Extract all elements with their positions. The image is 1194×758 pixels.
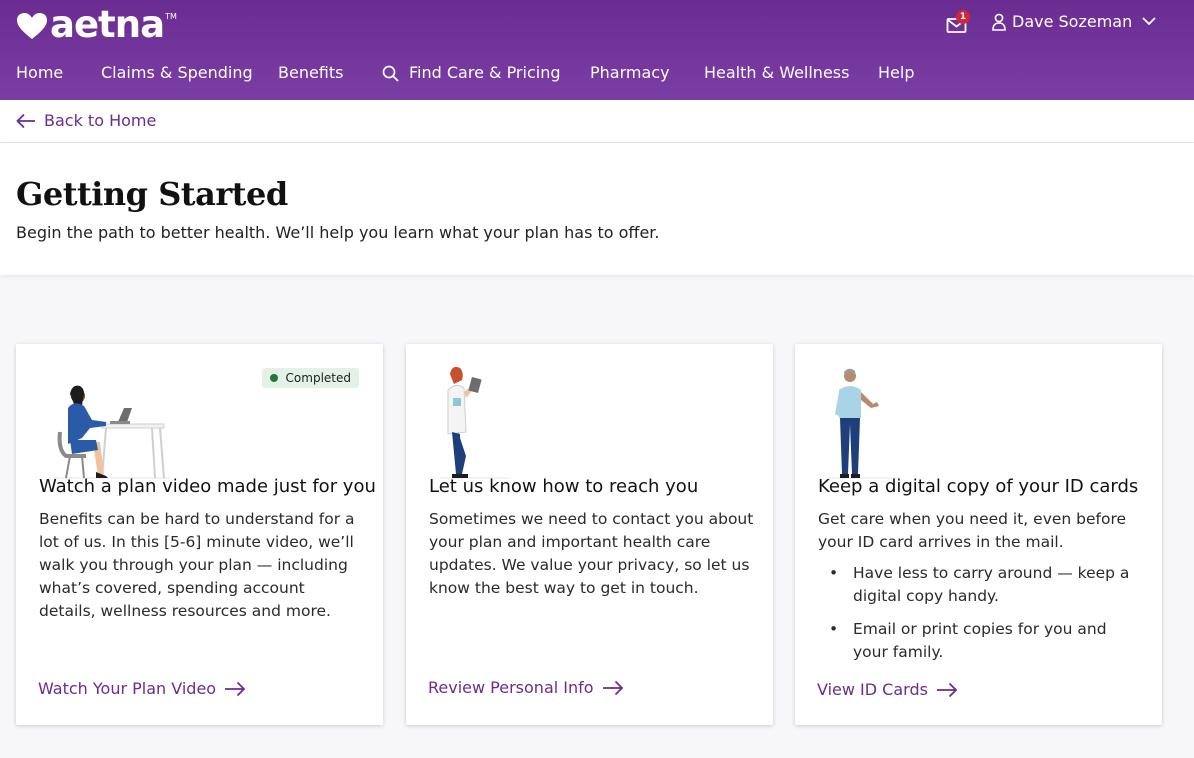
page-subtitle: Begin the path to better health. We’ll h… (16, 223, 660, 242)
card-description: Get care when you need it, even before y… (818, 508, 1143, 674)
nav-pharmacy[interactable]: Pharmacy (590, 58, 670, 88)
benefit-list: Have less to carry around — keep a digit… (818, 562, 1143, 664)
card-description: Sometimes we need to contact you about y… (429, 510, 754, 597)
man-standing-illustration (829, 368, 899, 479)
back-bar: Back to Home (0, 100, 1194, 143)
list-item: Email or print copies for you and your f… (818, 618, 1143, 664)
logo-wordmark: aetna (50, 3, 165, 46)
search-icon (382, 65, 399, 82)
heart-icon (17, 13, 47, 39)
card-title: Watch a plan video made just for you (39, 476, 376, 497)
page-header: Getting Started Begin the path to better… (0, 143, 1194, 275)
card-id-cards: Keep a digital copy of your ID cards Get… (795, 344, 1162, 725)
list-item: Have less to carry around — keep a digit… (818, 562, 1143, 608)
user-name: Dave Sozeman (1012, 12, 1133, 31)
nav-health-wellness[interactable]: Health & Wellness (704, 58, 849, 88)
chevron-down-icon (1142, 17, 1156, 26)
card-intro-text: Get care when you need it, even before y… (818, 510, 1127, 551)
nav-find-care-pricing[interactable]: Find Care & Pricing (382, 58, 561, 88)
card-contact-info: Let us know how to reach you Sometimes w… (406, 344, 773, 725)
page-title: Getting Started (16, 175, 288, 213)
card-description: Benefits can be hard to understand for a… (39, 510, 355, 620)
arrow-left-icon (16, 113, 35, 128)
nav-claims-spending[interactable]: Claims & Spending (101, 58, 253, 88)
aetna-logo[interactable]: aetna TM (16, 6, 177, 44)
trademark: TM (165, 12, 177, 21)
arrow-right-icon (225, 681, 246, 696)
person-at-desk-illustration (54, 385, 170, 479)
user-menu[interactable]: Dave Sozeman (992, 12, 1156, 31)
watch-plan-video-link[interactable]: Watch Your Plan Video (38, 679, 246, 698)
status-dot-icon (269, 374, 278, 382)
card-title: Keep a digital copy of your ID cards (818, 476, 1139, 497)
doctor-with-tablet-illustration (440, 366, 510, 479)
notification-badge: 1 (956, 10, 970, 24)
review-personal-info-link[interactable]: Review Personal Info (428, 678, 624, 697)
top-header: aetna TM 1 Dave Sozeman Home Claims & Sp… (0, 0, 1194, 100)
user-icon (992, 13, 1006, 31)
nav-benefits[interactable]: Benefits (278, 58, 344, 88)
nav-help[interactable]: Help (878, 58, 914, 88)
nav-home[interactable]: Home (16, 58, 63, 88)
card-title: Let us know how to reach you (429, 476, 699, 497)
view-id-cards-link[interactable]: View ID Cards (817, 680, 958, 699)
back-to-home-link[interactable]: Back to Home (16, 111, 156, 130)
card-plan-video: Completed Watch a plan video made just f… (16, 344, 383, 725)
completed-badge: Completed (261, 368, 359, 388)
arrow-right-icon (936, 682, 958, 697)
arrow-right-icon (602, 680, 623, 695)
